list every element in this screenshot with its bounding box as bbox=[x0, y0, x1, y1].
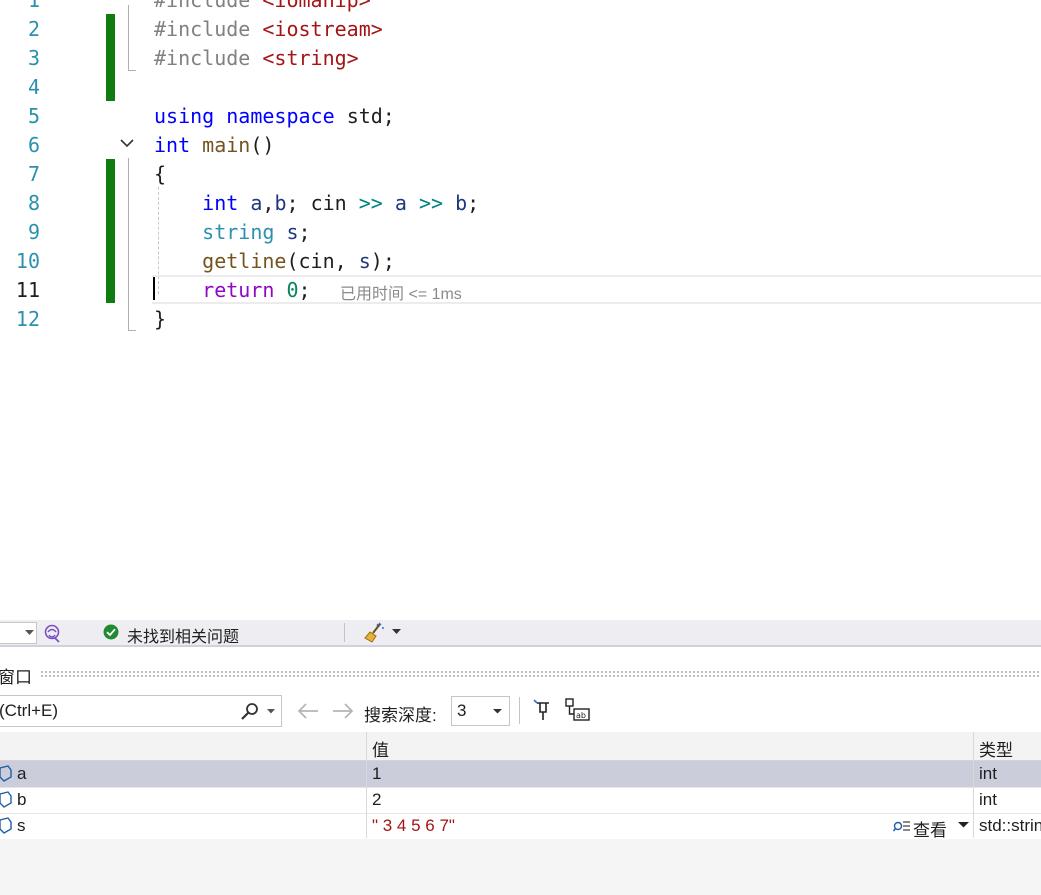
column-separator[interactable] bbox=[973, 732, 974, 838]
line-number: 1 bbox=[27, 0, 40, 12]
code-line-5: using namespace std; bbox=[154, 104, 395, 128]
code-line-7: { bbox=[154, 162, 167, 186]
separator bbox=[344, 623, 345, 642]
issues-status[interactable]: 未找到相关问题 bbox=[127, 623, 239, 647]
perf-tip: 已用时间 <= 1ms bbox=[340, 286, 462, 303]
change-indicator bbox=[106, 14, 115, 101]
variable-icon bbox=[0, 817, 12, 834]
variable-icon bbox=[0, 791, 12, 808]
row-type: int bbox=[979, 790, 997, 809]
column-header-value[interactable]: 值 bbox=[372, 736, 389, 761]
code-line-9: string s; bbox=[202, 220, 311, 244]
code-line-1: #include <iomanip> bbox=[154, 0, 371, 12]
view-visualizer-button[interactable]: 查看 bbox=[913, 816, 947, 841]
intellicode-icon[interactable] bbox=[42, 623, 62, 643]
hex-display-icon[interactable]: ab bbox=[565, 698, 591, 722]
code-line-8: int a,b; cin >> a >> b; bbox=[202, 191, 480, 215]
row-type: int bbox=[979, 764, 997, 783]
code-line-2: #include <iostream> bbox=[154, 17, 383, 41]
line-number: 12 bbox=[15, 307, 40, 331]
code-line-6: int main() bbox=[154, 133, 275, 157]
text-caret bbox=[153, 277, 155, 300]
line-number: 9 bbox=[27, 220, 40, 244]
column-separator[interactable] bbox=[366, 732, 367, 838]
locals-toolbar: (Ctrl+E) 搜索深度: 3 ab bbox=[0, 692, 1041, 730]
dropdown-arrow-icon bbox=[25, 630, 34, 635]
collapse-chevron-icon[interactable] bbox=[117, 0, 137, 6]
separator bbox=[519, 697, 520, 724]
collapse-chevron-icon[interactable] bbox=[117, 134, 137, 154]
search-forward-arrow-icon[interactable] bbox=[331, 702, 355, 720]
column-header-type[interactable]: 类型 bbox=[979, 736, 1013, 761]
search-depth-select[interactable]: 3 bbox=[451, 696, 510, 726]
locals-row[interactable]: s " 3 4 5 6 7" 查看 std::strin bbox=[0, 813, 1041, 840]
search-box[interactable]: (Ctrl+E) bbox=[0, 695, 282, 727]
panel-title: 窗口 bbox=[0, 668, 32, 687]
dropdown-arrow-icon[interactable] bbox=[392, 629, 401, 635]
line-number: 5 bbox=[27, 104, 40, 128]
check-circle-icon bbox=[103, 624, 119, 640]
row-value[interactable]: " 3 4 5 6 7" bbox=[372, 816, 455, 836]
row-type: std::strin bbox=[979, 816, 1041, 835]
change-indicator bbox=[106, 159, 115, 303]
row-name: a bbox=[17, 764, 27, 783]
line-number: 7 bbox=[27, 162, 40, 186]
row-value[interactable]: 2 bbox=[372, 790, 381, 810]
pin-icon[interactable] bbox=[531, 698, 555, 722]
code-line-11: return 0; bbox=[202, 278, 311, 302]
editor-status-bar: 未找到相关问题 bbox=[0, 620, 1041, 647]
panel-empty-area bbox=[0, 839, 1041, 895]
svg-text:ab: ab bbox=[576, 711, 586, 720]
search-options-arrow-icon[interactable] bbox=[267, 709, 275, 714]
code-cleanup-broom-icon[interactable] bbox=[364, 622, 386, 643]
line-number: 2 bbox=[27, 17, 40, 41]
search-depth-value: 3 bbox=[457, 701, 467, 720]
outline-guide bbox=[128, 5, 129, 70]
line-number: 8 bbox=[27, 191, 40, 215]
code-line-12: } bbox=[154, 307, 167, 331]
zoom-dropdown[interactable] bbox=[0, 622, 37, 644]
locals-panel-title-bar[interactable]: 窗口 bbox=[0, 660, 1041, 688]
line-number: 3 bbox=[27, 46, 40, 70]
outline-guide-end bbox=[128, 330, 136, 331]
line-number: 6 bbox=[27, 133, 40, 157]
line-number: 10 bbox=[15, 249, 40, 273]
panel-divider bbox=[0, 645, 1041, 647]
grid-header: 值 类型 bbox=[0, 732, 1041, 761]
code-line-10: getline(cin, s); bbox=[202, 249, 395, 273]
variable-icon bbox=[0, 765, 12, 782]
line-number-current: 11 bbox=[15, 278, 40, 302]
outline-guide-end bbox=[128, 70, 136, 71]
search-back-arrow-icon[interactable] bbox=[296, 702, 320, 720]
visualizer-dropdown-arrow-icon[interactable] bbox=[958, 822, 969, 828]
locals-row[interactable]: b 2 int bbox=[0, 787, 1041, 814]
code-editor[interactable]: 1 2 3 4 5 6 7 8 9 10 11 12 #include <iom… bbox=[0, 0, 1041, 620]
row-value[interactable]: 1 bbox=[372, 764, 381, 784]
row-name: s bbox=[17, 816, 26, 835]
code-line-3: #include <string> bbox=[154, 46, 359, 70]
visualizer-magnifier-icon[interactable] bbox=[893, 819, 911, 833]
search-input[interactable]: (Ctrl+E) bbox=[0, 701, 58, 721]
row-name: b bbox=[17, 790, 27, 809]
locals-row[interactable]: a 1 int bbox=[0, 761, 1041, 788]
line-number: 4 bbox=[27, 75, 40, 99]
panel-grip[interactable] bbox=[40, 670, 1041, 677]
outline-guide bbox=[128, 158, 129, 330]
search-icon[interactable] bbox=[240, 702, 260, 720]
dropdown-arrow-icon bbox=[493, 709, 502, 714]
search-depth-label: 搜索深度: bbox=[364, 706, 437, 725]
